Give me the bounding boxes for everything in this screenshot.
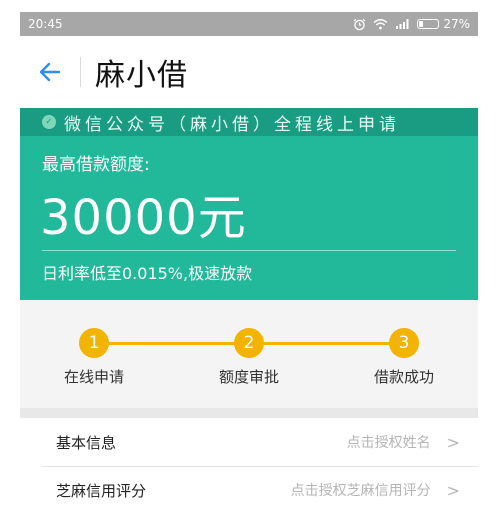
status-icons: 27% <box>353 17 470 31</box>
step-label: 借款成功 <box>373 368 434 386</box>
signal-icon <box>395 18 410 30</box>
item-hint: 点击授权芝麻信用评分 <box>290 483 431 499</box>
step-label: 在线申请 <box>63 368 124 386</box>
chevron-right-icon: > <box>446 432 460 452</box>
interest-rate-text: 日利率低至0.015%,极速放款 <box>42 264 253 283</box>
wechat-banner: ✓ 微信公众号（麻小借）全程线上申请 <box>20 108 478 136</box>
battery-icon <box>417 19 440 29</box>
progress-steps: 1 在线申请 2 额度审批 3 借款成功 <box>20 300 478 408</box>
wechat-icon: ✓ <box>42 115 56 129</box>
section-gap <box>20 408 478 418</box>
step-number: 3 <box>389 328 419 358</box>
header-divider <box>80 57 81 87</box>
wifi-icon <box>373 18 388 30</box>
alarm-icon <box>353 18 366 31</box>
step-apply-online: 1 在线申请 <box>39 328 149 387</box>
status-time: 20:45 <box>28 17 63 31</box>
battery-percent: 27% <box>443 17 470 31</box>
item-label: 基本信息 <box>56 433 117 452</box>
chevron-right-icon: > <box>446 480 460 500</box>
loan-hero-panel: ✓ 微信公众号（麻小借）全程线上申请 最高借款额度: 30000元 日利率低至0… <box>20 108 478 300</box>
list-item-sesame-credit[interactable]: 芝麻信用评分 点击授权芝麻信用评分 > <box>20 466 478 506</box>
step-limit-approval: 2 额度审批 <box>194 328 304 387</box>
page-title: 麻小借 <box>95 58 188 93</box>
battery-indicator: 27% <box>417 17 470 31</box>
step-number: 1 <box>79 328 109 358</box>
back-button[interactable] <box>20 36 80 108</box>
hero-divider <box>42 250 456 251</box>
step-label: 额度审批 <box>218 368 279 386</box>
loan-limit-label: 最高借款额度: <box>42 155 150 175</box>
item-hint: 点击授权姓名 <box>346 435 431 451</box>
step-number: 2 <box>234 328 264 358</box>
loan-limit-amount: 30000元 <box>40 190 247 246</box>
phone-screen: 20:45 27% 麻小借 ✓ 微信公众号（麻小借）全程线上申请 最高借款额度:… <box>20 12 478 506</box>
wechat-banner-text: 微信公众号（麻小借）全程线上申请 <box>64 114 400 135</box>
back-arrow-icon <box>39 62 61 82</box>
app-header: 麻小借 <box>20 36 478 108</box>
status-bar: 20:45 27% <box>20 12 478 36</box>
authorization-list: 基本信息 点击授权姓名 > 芝麻信用评分 点击授权芝麻信用评分 > <box>20 418 478 506</box>
list-item-basic-info[interactable]: 基本信息 点击授权姓名 > <box>20 418 478 466</box>
item-label: 芝麻信用评分 <box>56 481 147 500</box>
step-loan-success: 3 借款成功 <box>349 328 459 387</box>
